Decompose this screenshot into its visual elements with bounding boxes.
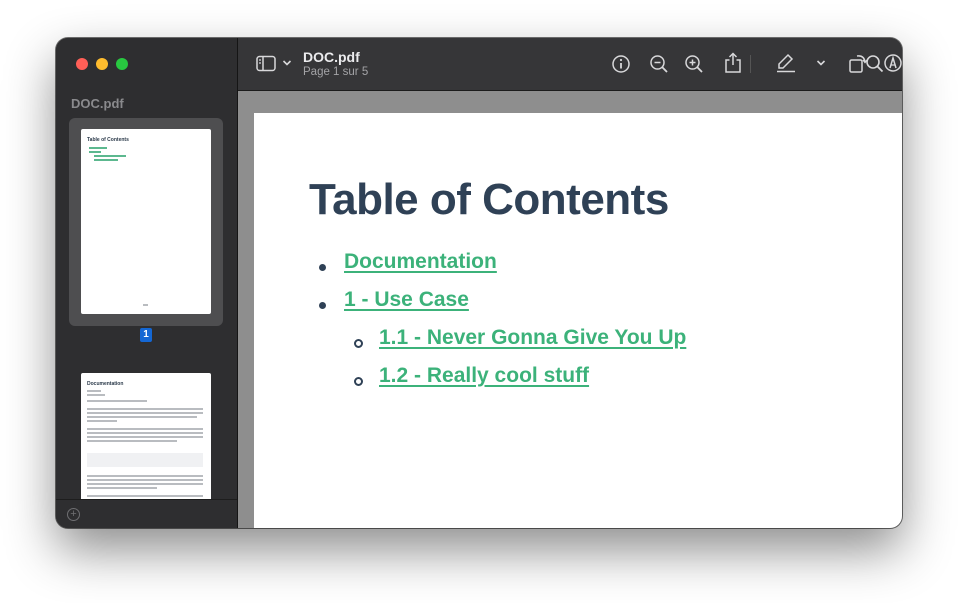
page-thumbnail-2[interactable]: Documentation bbox=[81, 373, 211, 500]
thumbnail-line bbox=[87, 479, 203, 481]
thumbnail-line bbox=[87, 416, 197, 418]
thumbnail-line bbox=[87, 440, 177, 442]
thumbnail-line bbox=[89, 151, 101, 153]
sidebar-title: DOC.pdf bbox=[71, 96, 124, 111]
thumbnail-line bbox=[94, 155, 126, 157]
thumbnail-line bbox=[87, 394, 105, 396]
thumbnail-line bbox=[87, 495, 203, 497]
thumbnail-line bbox=[87, 483, 203, 485]
toolbar-separator bbox=[750, 55, 751, 73]
thumbnail-line bbox=[87, 420, 117, 422]
toolbar: DOC.pdf Page 1 sur 5 bbox=[238, 38, 902, 91]
thumbnail-line bbox=[89, 147, 107, 149]
thumbnail-code-block bbox=[87, 453, 203, 467]
page-number-badge: 1 bbox=[140, 328, 152, 342]
bullet-circle bbox=[354, 377, 363, 386]
highlight-pen-icon[interactable] bbox=[775, 53, 797, 73]
thumbnail-title: Table of Contents bbox=[87, 137, 129, 143]
minimize-window-button[interactable] bbox=[96, 58, 108, 70]
thumbnail-line bbox=[87, 487, 157, 489]
page-title: Table of Contents bbox=[309, 175, 669, 224]
sidebar-footer: + bbox=[56, 499, 237, 528]
bullet-disc bbox=[319, 302, 326, 309]
thumbnail-line bbox=[94, 159, 118, 161]
close-window-button[interactable] bbox=[76, 58, 88, 70]
window-controls bbox=[76, 58, 128, 70]
thumbnail-line bbox=[87, 400, 147, 402]
preview-window: DOC.pdf Table of Contents 1 Documentatio… bbox=[56, 38, 902, 528]
thumbnail-line bbox=[87, 475, 203, 477]
document-canvas[interactable]: Table of Contents Documentation 1 - Use … bbox=[238, 91, 902, 528]
page-thumbnail-1[interactable]: Table of Contents bbox=[81, 129, 211, 314]
share-icon[interactable] bbox=[724, 52, 742, 74]
chevron-down-icon[interactable] bbox=[816, 59, 826, 67]
thumbnail-line bbox=[87, 428, 203, 430]
toc-link-never-gonna-give-you-up[interactable]: 1.1 - Never Gonna Give You Up bbox=[379, 326, 686, 350]
bullet-disc bbox=[319, 264, 326, 271]
info-icon[interactable] bbox=[611, 54, 631, 74]
chevron-down-icon[interactable] bbox=[282, 59, 292, 67]
sidebar-toggle-icon[interactable] bbox=[256, 55, 276, 72]
bullet-circle bbox=[354, 339, 363, 348]
thumbnail-line bbox=[87, 412, 203, 414]
toc-link-documentation[interactable]: Documentation bbox=[344, 250, 497, 274]
thumbnail-line bbox=[87, 436, 203, 438]
page-status: Page 1 sur 5 bbox=[303, 66, 369, 78]
thumbnail-line bbox=[87, 432, 203, 434]
zoom-out-icon[interactable] bbox=[649, 54, 669, 74]
thumbnail-line bbox=[87, 408, 203, 410]
thumbnail-page-number bbox=[143, 304, 148, 306]
markup-icon[interactable] bbox=[883, 53, 902, 73]
thumbnail-title: Documentation bbox=[87, 381, 124, 387]
sidebar: DOC.pdf Table of Contents 1 Documentatio… bbox=[56, 38, 238, 528]
thumbnail-line bbox=[87, 390, 101, 392]
add-icon[interactable]: + bbox=[67, 508, 80, 521]
toc-link-use-case[interactable]: 1 - Use Case bbox=[344, 288, 469, 312]
document-name: DOC.pdf bbox=[303, 49, 360, 65]
search-icon[interactable] bbox=[865, 54, 885, 74]
toc-link-really-cool-stuff[interactable]: 1.2 - Really cool stuff bbox=[379, 364, 589, 388]
zoom-in-icon[interactable] bbox=[684, 54, 704, 74]
thumbnail-list[interactable]: Table of Contents 1 Documentation bbox=[56, 116, 237, 500]
maximize-window-button[interactable] bbox=[116, 58, 128, 70]
document-page: Table of Contents Documentation 1 - Use … bbox=[254, 113, 902, 528]
